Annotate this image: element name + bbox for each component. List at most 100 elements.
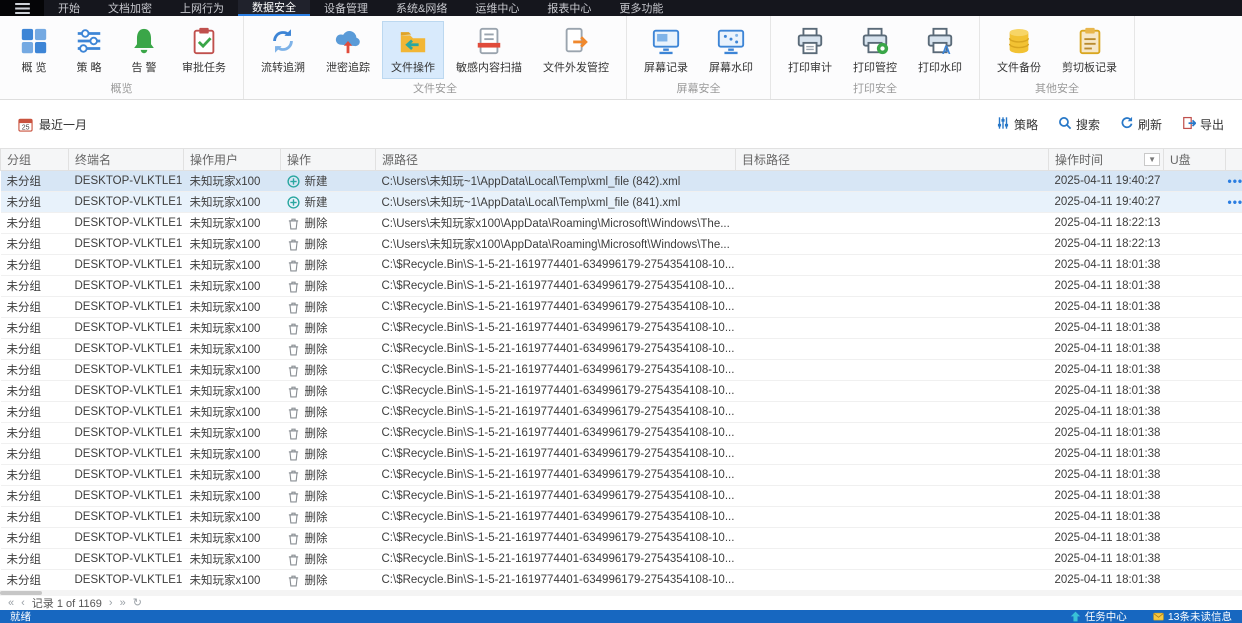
table-row[interactable]: 未分组 DESKTOP-VLKTLE1 未知玩家x100 删除 C:\$Recycle.… — [0, 464, 1242, 486]
table-row[interactable]: 未分组 DESKTOP-VLKTLE1 未知玩家x100 删除 C:\$Recycle.… — [0, 527, 1242, 549]
ribbon-item-label: 打印水印 — [918, 62, 962, 74]
menu-item[interactable]: 设备管理 — [310, 0, 382, 16]
table-row[interactable]: 未分组 DESKTOP-VLKTLE1 未知玩家x100 新建 C:\Users\未知玩… — [0, 170, 1242, 192]
menu-item[interactable]: 系统&网络 — [382, 0, 461, 16]
column-header[interactable] — [1225, 148, 1242, 171]
table-row[interactable]: 未分组 DESKTOP-VLKTLE1 未知玩家x100 删除 C:\$Recycle.… — [0, 380, 1242, 402]
column-header[interactable]: 源路径 — [375, 148, 736, 171]
table-row[interactable]: 未分组 DESKTOP-VLKTLE1 未知玩家x100 删除 C:\$Recycle.… — [0, 401, 1242, 423]
table-row[interactable]: 未分组 DESKTOP-VLKTLE1 未知玩家x100 删除 C:\$Recycle.… — [0, 485, 1242, 507]
ribbon-item[interactable]: 策 略 — [63, 21, 115, 79]
cell-usb — [1163, 380, 1226, 402]
menu-item[interactable]: 上网行为 — [166, 0, 238, 16]
ribbon-item[interactable]: 打印管控 — [844, 21, 906, 79]
delete-icon — [287, 385, 300, 398]
cell-user: 未知玩家x100 — [183, 191, 281, 213]
ribbon-item[interactable]: 告 警 — [118, 21, 170, 79]
cell-terminal: DESKTOP-VLKTLE1 — [68, 170, 184, 192]
toolbar-action[interactable]: 导出 — [1182, 116, 1224, 133]
prev-page-button[interactable]: ‹ — [21, 597, 25, 609]
pager-refresh-button[interactable]: ↻ — [133, 597, 142, 609]
column-header[interactable]: U盘 — [1163, 148, 1226, 171]
table-row[interactable]: 未分组 DESKTOP-VLKTLE1 未知玩家x100 删除 C:\$Recycle.… — [0, 506, 1242, 528]
horizontal-scrollbar-thumb[interactable] — [0, 591, 42, 595]
cell-actions — [1225, 275, 1242, 297]
task-center-button[interactable]: 任务中心 — [1070, 609, 1127, 623]
toolbar-action[interactable]: 刷新 — [1120, 116, 1162, 133]
app-menu-icon[interactable] — [0, 0, 44, 16]
last-page-button[interactable]: » — [120, 597, 126, 609]
ribbon-item[interactable]: 概 览 — [8, 21, 60, 79]
toolbar-action[interactable]: 策略 — [996, 116, 1038, 133]
table-row[interactable]: 未分组 DESKTOP-VLKTLE1 未知玩家x100 新建 C:\Users\未知玩… — [0, 191, 1242, 213]
table-row[interactable]: 未分组 DESKTOP-VLKTLE1 未知玩家x100 删除 C:\$Recycle.… — [0, 548, 1242, 570]
ribbon-item[interactable]: 屏幕水印 — [700, 21, 762, 79]
cell-source-path: C:\$Recycle.Bin\S-1-5-21-1619774401-6349… — [375, 485, 736, 507]
cell-time: 2025-04-11 18:01:38 — [1048, 569, 1164, 590]
table-row[interactable]: 未分组 DESKTOP-VLKTLE1 未知玩家x100 删除 C:\$Recycle.… — [0, 569, 1242, 590]
cell-group: 未分组 — [0, 443, 69, 465]
column-header[interactable]: 目标路径 — [735, 148, 1049, 171]
column-header[interactable]: 终端名 — [68, 148, 184, 171]
table-row[interactable]: 未分组 DESKTOP-VLKTLE1 未知玩家x100 删除 C:\$Recycle.… — [0, 275, 1242, 297]
ribbon-group: 流转追溯 泄密追踪 文件操作 敏感内容扫描 文件外发管控 文件安全 — [244, 16, 627, 99]
toolbar-action[interactable]: 搜索 — [1058, 116, 1100, 133]
table-row[interactable]: 未分组 DESKTOP-VLKTLE1 未知玩家x100 删除 C:\$Recycle.… — [0, 422, 1242, 444]
ribbon-item[interactable]: 审批任务 — [173, 21, 235, 79]
date-range-filter[interactable]: 25 最近一月 — [18, 116, 87, 133]
toolbar-action-label: 策略 — [1013, 117, 1038, 132]
column-header[interactable]: 操作用户 — [183, 148, 281, 171]
cell-usb — [1163, 296, 1226, 318]
next-page-button[interactable]: › — [109, 597, 113, 609]
table-row[interactable]: 未分组 DESKTOP-VLKTLE1 未知玩家x100 删除 C:\$Recycle.… — [0, 317, 1242, 339]
menu-item[interactable]: 运维中心 — [461, 0, 533, 16]
menu-item[interactable]: 开始 — [44, 0, 94, 16]
first-page-button[interactable]: « — [8, 597, 14, 609]
row-actions-menu-icon[interactable]: ••• — [1228, 195, 1242, 209]
cell-target-path — [735, 485, 1049, 507]
column-header[interactable]: 操作 — [280, 148, 376, 171]
menu-item[interactable]: 数据安全 — [238, 0, 310, 16]
ribbon-item[interactable]: 文件备份 — [988, 21, 1050, 79]
svg-text:25: 25 — [22, 124, 30, 131]
menu-item[interactable]: 文档加密 — [94, 0, 166, 16]
table-row[interactable]: 未分组 DESKTOP-VLKTLE1 未知玩家x100 删除 C:\$Recycle.… — [0, 338, 1242, 360]
menu-item[interactable]: 更多功能 — [605, 0, 677, 16]
toolbar-action-label: 刷新 — [1137, 117, 1162, 132]
ribbon-item[interactable]: A 打印水印 — [909, 21, 971, 79]
ribbon-item[interactable]: 剪切板记录 — [1053, 21, 1126, 79]
table-row[interactable]: 未分组 DESKTOP-VLKTLE1 未知玩家x100 删除 C:\$Recycle.… — [0, 359, 1242, 381]
ribbon-item-label: 文件备份 — [997, 62, 1041, 74]
table-row[interactable]: 未分组 DESKTOP-VLKTLE1 未知玩家x100 删除 C:\Users\未知玩… — [0, 212, 1242, 234]
menu-item[interactable]: 报表中心 — [533, 0, 605, 16]
cell-usb — [1163, 401, 1226, 423]
table-row[interactable]: 未分组 DESKTOP-VLKTLE1 未知玩家x100 删除 C:\$Recycle.… — [0, 296, 1242, 318]
row-actions-menu-icon[interactable]: ••• — [1228, 174, 1242, 188]
scan-icon — [474, 26, 504, 56]
cell-usb — [1163, 359, 1226, 381]
cell-user: 未知玩家x100 — [183, 380, 281, 402]
table-row[interactable]: 未分组 DESKTOP-VLKTLE1 未知玩家x100 删除 C:\$Recycle.… — [0, 443, 1242, 465]
column-header[interactable]: 分组 — [0, 148, 69, 171]
ribbon-item[interactable]: 屏幕记录 — [635, 21, 697, 79]
table-row[interactable]: 未分组 DESKTOP-VLKTLE1 未知玩家x100 删除 C:\Users\未知玩… — [0, 233, 1242, 255]
table-row[interactable]: 未分组 DESKTOP-VLKTLE1 未知玩家x100 删除 C:\$Recycle.… — [0, 254, 1242, 276]
delete-icon — [287, 301, 300, 314]
ribbon-item[interactable]: 敏感内容扫描 — [447, 21, 531, 79]
column-header[interactable]: 操作时间 ▼ — [1048, 148, 1164, 171]
ribbon-item[interactable]: 泄密追踪 — [317, 21, 379, 79]
unread-messages-button[interactable]: 13条未读信息 — [1153, 609, 1232, 623]
column-filter-icon[interactable]: ▼ — [1144, 153, 1160, 166]
ribbon-item-label: 审批任务 — [182, 62, 226, 74]
ribbon-item[interactable]: 流转追溯 — [252, 21, 314, 79]
cell-source-path: C:\$Recycle.Bin\S-1-5-21-1619774401-6349… — [375, 548, 736, 570]
ribbon-item[interactable]: 文件操作 — [382, 21, 444, 79]
records-table-area: 分组 终端名 操作用户 操作 源路径 目标路径 操作时间 ▼ U盘 未分组 DESKTOP-VLK… — [0, 148, 1242, 590]
cell-actions — [1225, 569, 1242, 590]
cell-group: 未分组 — [0, 527, 69, 549]
cell-time: 2025-04-11 18:01:38 — [1048, 296, 1164, 318]
ribbon-item[interactable]: 文件外发管控 — [534, 21, 618, 79]
ribbon-item[interactable]: 打印审计 — [779, 21, 841, 79]
cell-operation: 删除 — [280, 338, 376, 360]
horizontal-scrollbar[interactable] — [0, 590, 1242, 596]
